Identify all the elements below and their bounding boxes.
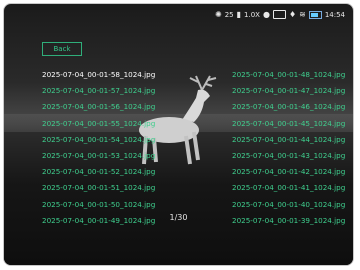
file-item[interactable]: 2025-07-04_00-01-55_1024.jpg [42, 116, 155, 132]
file-item[interactable]: 2025-07-04_00-01-40_1024.jpg [232, 197, 345, 213]
file-item[interactable]: 2025-07-04_00-01-50_1024.jpg [42, 197, 155, 213]
file-item[interactable]: 2025-07-04_00-01-52_1024.jpg [42, 164, 155, 180]
file-item[interactable]: 2025-07-04_00-01-42_1024.jpg [232, 164, 345, 180]
zoom-level: 1.0X [244, 10, 260, 19]
battery-icon [308, 10, 322, 19]
file-item[interactable]: 2025-07-04_00-01-56_1024.jpg [42, 99, 155, 115]
file-item[interactable]: 2025-07-04_00-01-58_1024.jpg [42, 67, 155, 83]
page-indicator: 1/30 [169, 213, 188, 222]
file-item[interactable]: 2025-07-04_00-01-48_1024.jpg [232, 67, 345, 83]
file-list-left: 2025-07-04_00-01-58_1024.jpg 2025-07-04_… [42, 67, 155, 229]
back-button[interactable]: Back [42, 42, 82, 56]
microphone-icon: ♦ [288, 9, 297, 19]
file-item[interactable]: 2025-07-04_00-01-53_1024.jpg [42, 148, 155, 164]
file-item[interactable]: 2025-07-04_00-01-41_1024.jpg [232, 180, 345, 196]
wifi-icon: ≋ [299, 9, 306, 19]
file-item[interactable]: 2025-07-04_00-01-47_1024.jpg [232, 83, 345, 99]
thermal-viewer-screen: ✺ 25 ▮ 1.0X ● ♦ ≋ 14:54 Back 2025-07-04_… [3, 3, 354, 266]
file-item[interactable]: 2025-07-04_00-01-45_1024.jpg [232, 116, 345, 132]
file-item[interactable]: 2025-07-04_00-01-44_1024.jpg [232, 132, 345, 148]
file-item[interactable]: 2025-07-04_00-01-43_1024.jpg [232, 148, 345, 164]
temperature-value: 25 [224, 10, 234, 19]
thermometer-icon: ▮ [236, 9, 242, 19]
file-list-right: 2025-07-04_00-01-48_1024.jpg 2025-07-04_… [232, 67, 345, 229]
settings-icon: ✺ [214, 9, 222, 19]
status-bar: ✺ 25 ▮ 1.0X ● ♦ ≋ 14:54 [215, 10, 345, 19]
file-item[interactable]: 2025-07-04_00-01-57_1024.jpg [42, 83, 155, 99]
file-item[interactable]: 2025-07-04_00-01-51_1024.jpg [42, 180, 155, 196]
camera-icon: ● [262, 9, 270, 19]
file-item[interactable]: 2025-07-04_00-01-46_1024.jpg [232, 99, 345, 115]
screen-icon [272, 10, 286, 19]
file-item[interactable]: 2025-07-04_00-01-54_1024.jpg [42, 132, 155, 148]
clock-time: 14:54 [324, 10, 345, 19]
